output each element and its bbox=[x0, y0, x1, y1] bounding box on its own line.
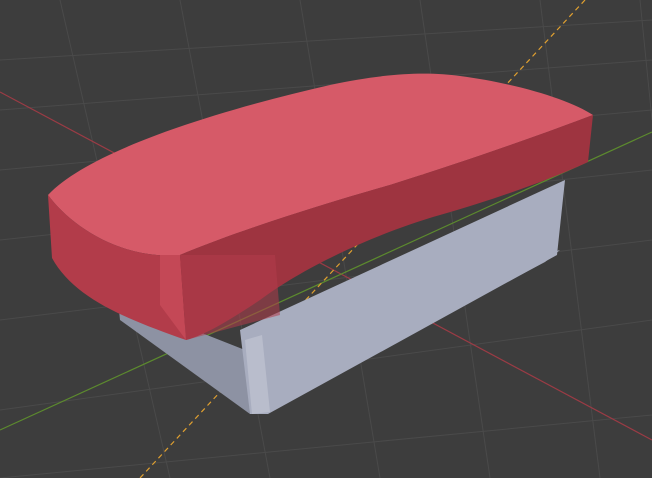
3d-viewport[interactable] bbox=[0, 0, 652, 478]
viewport-scene[interactable] bbox=[0, 0, 652, 478]
